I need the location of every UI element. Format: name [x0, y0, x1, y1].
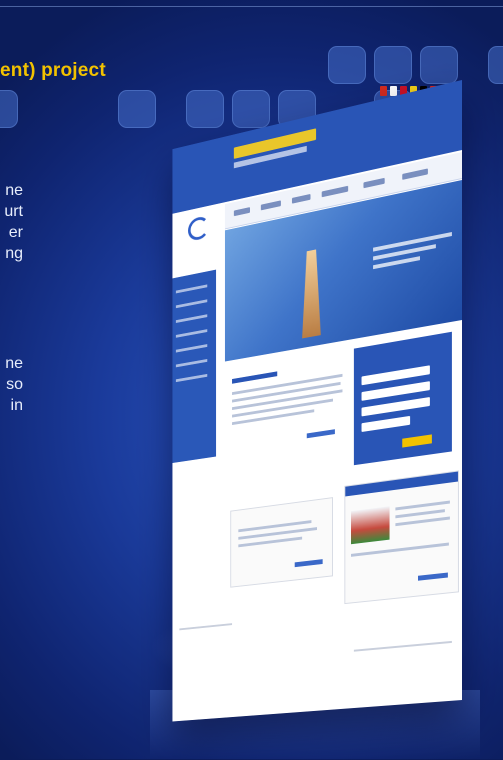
decor-square	[374, 46, 412, 84]
decor-square	[328, 46, 366, 84]
top-divider	[0, 6, 503, 7]
card-header	[345, 471, 458, 497]
website-mockup	[152, 80, 462, 722]
nav-item	[402, 168, 428, 180]
intro-line-2: urt	[4, 203, 23, 220]
login-button[interactable]	[402, 434, 432, 448]
nav-item	[291, 193, 311, 204]
more-link[interactable]	[417, 572, 448, 581]
sidebar-item	[175, 284, 208, 294]
sidebar-item	[175, 329, 208, 338]
body-line-2: so	[6, 376, 23, 393]
sidebar-item	[175, 373, 208, 383]
hero-figure	[288, 246, 335, 341]
intro-line-4: ng	[5, 245, 23, 262]
footer-line	[179, 623, 233, 631]
logo-icon	[179, 214, 214, 259]
sidebar-item	[175, 359, 208, 368]
decor-square	[420, 46, 458, 84]
sidebar-item	[175, 314, 208, 323]
nav-item	[233, 207, 250, 217]
footer-line	[353, 640, 452, 652]
decor-square	[488, 46, 503, 84]
body-line-1: ne	[5, 355, 23, 372]
nav-item	[363, 177, 385, 189]
nav-item	[260, 200, 281, 211]
login-panel	[353, 331, 452, 466]
login-field[interactable]	[361, 415, 411, 433]
news-card	[230, 497, 333, 588]
more-link[interactable]	[294, 559, 323, 568]
nav-item	[321, 185, 349, 198]
site-sidebar	[172, 269, 217, 464]
page-title: ent) project	[0, 60, 106, 81]
event-image	[351, 506, 390, 545]
decor-square	[0, 90, 18, 128]
body-text: ne so in	[0, 353, 23, 416]
login-field[interactable]	[361, 397, 430, 417]
more-link[interactable]	[306, 429, 335, 439]
sidebar-item	[175, 299, 208, 309]
hero-caption	[373, 232, 452, 277]
intro-line-3: er	[8, 224, 23, 241]
sidebar-item	[175, 344, 208, 353]
content-heading	[232, 371, 278, 384]
intro-text: ne urt er ng	[0, 180, 23, 264]
body-line-3: in	[10, 397, 23, 414]
decor-square	[118, 90, 156, 128]
intro-line-1: ne	[5, 182, 23, 199]
website-screenshot	[172, 80, 462, 722]
event-card	[344, 470, 459, 605]
